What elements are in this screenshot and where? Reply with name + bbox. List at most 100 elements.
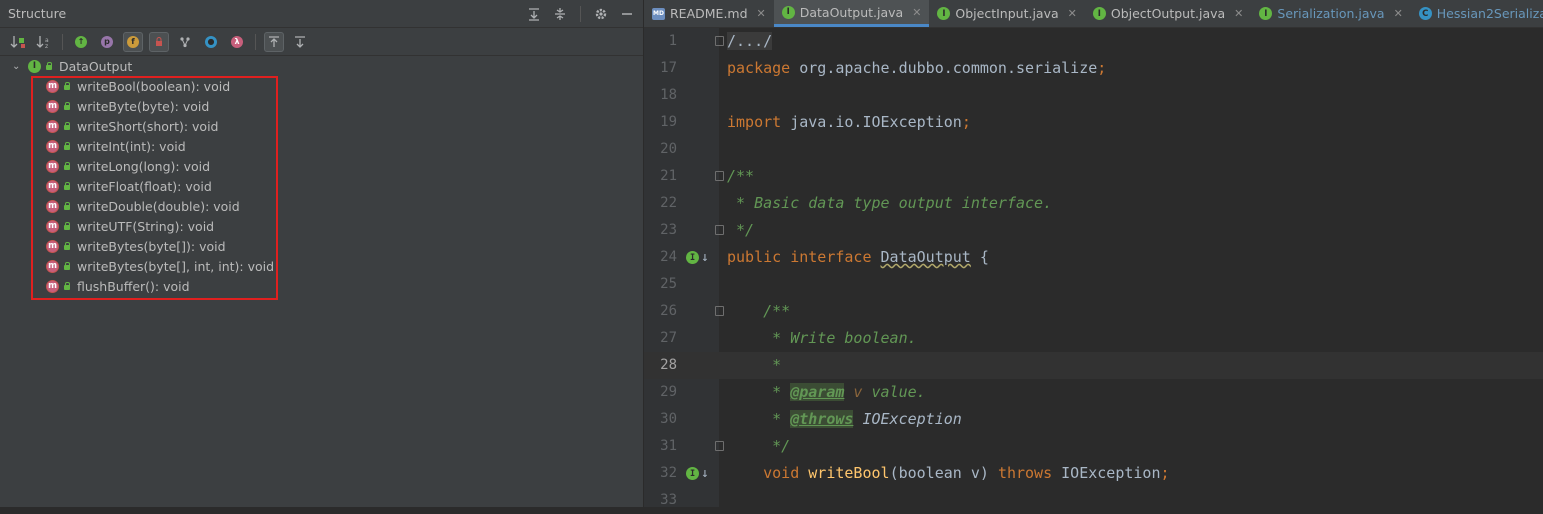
tab-serialization[interactable]: I Serialization.java ✕	[1251, 0, 1410, 27]
fold-marker-icon[interactable]	[715, 306, 724, 316]
code-line: 20	[644, 136, 1543, 163]
autoscroll-to-source-icon[interactable]	[264, 31, 284, 52]
method-item[interactable]: m writeInt(int): void	[46, 136, 186, 156]
header-separator	[580, 5, 581, 22]
method-item[interactable]: m writeLong(long): void	[46, 156, 210, 176]
lambda-icon[interactable]: λ	[227, 32, 247, 52]
code-comment: /**	[727, 167, 755, 185]
interface-icon: I	[28, 59, 41, 73]
code-line: 1 /.../	[644, 28, 1543, 55]
code-line: 23 */	[644, 217, 1543, 244]
line-number: 30	[660, 411, 677, 427]
code-line: 21 /**	[644, 163, 1543, 190]
method-item[interactable]: m writeShort(short): void	[46, 116, 219, 136]
code-method-name: writeBool	[808, 464, 890, 482]
method-item[interactable]: m writeByte(byte): void	[46, 96, 209, 116]
code-comment: *	[727, 383, 791, 401]
implemented-gutter-icon[interactable]: I ↓	[686, 250, 709, 265]
method-icon: m	[46, 139, 59, 153]
method-item[interactable]: m writeBool(boolean): void	[46, 76, 230, 96]
method-item[interactable]: m writeFloat(float): void	[46, 176, 212, 196]
public-lock-icon	[63, 102, 71, 110]
code-punct: ;	[961, 113, 971, 131]
tree-root-label: DataOutput	[59, 58, 133, 74]
collapse-all-icon[interactable]	[552, 6, 568, 22]
tree-root-node[interactable]: ⌄ I DataOutput	[0, 56, 643, 76]
method-label: writeUTF(String): void	[77, 218, 215, 234]
code-keyword: import	[727, 113, 782, 131]
show-fields-icon[interactable]: f	[123, 31, 143, 52]
code-line: 22 * Basic data type output interface.	[644, 190, 1543, 217]
code-punct: ;	[1160, 464, 1170, 482]
code-keyword: package	[727, 59, 791, 77]
method-item[interactable]: m writeDouble(double): void	[46, 196, 240, 216]
show-properties-icon[interactable]: p	[97, 32, 117, 52]
markdown-file-icon: MD	[652, 7, 665, 20]
line-number: 24	[660, 249, 677, 265]
close-icon[interactable]: ✕	[912, 6, 921, 19]
fold-marker-icon[interactable]	[715, 171, 724, 181]
minimize-icon[interactable]	[619, 6, 635, 22]
line-number: 26	[660, 303, 677, 319]
sort-alphabetically-icon[interactable]: az	[34, 32, 54, 52]
javadoc-type: IOException	[853, 410, 962, 428]
method-icon: m	[46, 199, 59, 213]
show-anonymous-icon[interactable]	[175, 32, 195, 52]
show-lambdas-icon[interactable]: ●	[201, 32, 221, 52]
tab-dataoutput[interactable]: I DataOutput.java ✕	[773, 0, 930, 27]
line-number: 29	[660, 384, 677, 400]
interface-icon: I	[937, 7, 951, 20]
public-lock-icon	[63, 222, 71, 230]
close-icon[interactable]: ✕	[757, 7, 766, 20]
show-inherited-icon[interactable]: ↑	[71, 32, 91, 52]
code-comment: *	[727, 356, 782, 374]
public-lock-icon	[63, 182, 71, 190]
method-label: writeDouble(double): void	[77, 198, 240, 214]
tab-hessian2serialization[interactable]: C Hessian2Serialization.java	[1411, 0, 1543, 27]
tab-readme[interactable]: MD README.md ✕	[644, 0, 774, 27]
tab-label: Serialization.java	[1277, 6, 1385, 21]
code-line: 25	[644, 271, 1543, 298]
show-non-public-icon[interactable]	[149, 31, 169, 52]
tab-objectinput[interactable]: I ObjectInput.java ✕	[929, 0, 1084, 27]
code-line: 18	[644, 82, 1543, 109]
close-icon[interactable]: ✕	[1234, 7, 1243, 20]
method-item[interactable]: m writeUTF(String): void	[46, 216, 214, 236]
expand-all-icon[interactable]	[526, 6, 542, 22]
close-icon[interactable]: ✕	[1394, 7, 1403, 20]
line-number: 18	[660, 87, 677, 103]
method-label: writeBytes(byte[], int, int): void	[77, 258, 275, 274]
code-line: 29 * @param v value.	[644, 379, 1543, 406]
code-line-current: 28 *	[644, 352, 1543, 379]
chevron-down-icon[interactable]: ⌄	[12, 61, 24, 72]
fold-marker-icon[interactable]	[715, 36, 724, 46]
method-icon: m	[46, 279, 59, 293]
public-lock-icon	[45, 62, 53, 70]
public-lock-icon	[63, 162, 71, 170]
sort-by-visibility-icon[interactable]	[8, 32, 28, 52]
autoscroll-from-source-icon[interactable]	[290, 32, 310, 52]
fold-marker-icon[interactable]	[715, 441, 724, 451]
method-label: writeShort(short): void	[77, 118, 219, 134]
gear-icon[interactable]	[593, 6, 609, 22]
tab-objectoutput[interactable]: I ObjectOutput.java ✕	[1085, 0, 1252, 27]
line-number: 23	[660, 222, 677, 238]
structure-header: Structure	[0, 0, 643, 28]
method-item[interactable]: m writeBytes(byte[]): void	[46, 236, 226, 256]
method-icon: m	[46, 239, 59, 253]
method-label: writeBytes(byte[]): void	[77, 238, 226, 254]
public-lock-icon	[63, 282, 71, 290]
method-item[interactable]: m flushBuffer(): void	[46, 276, 190, 296]
method-icon: m	[46, 99, 59, 113]
implemented-gutter-icon[interactable]: I ↓	[686, 466, 709, 481]
code-comment: * Basic data type output interface.	[727, 194, 1053, 212]
folded-region[interactable]: /.../	[727, 32, 773, 50]
fold-marker-icon[interactable]	[715, 225, 724, 235]
method-item[interactable]: m writeBytes(byte[], int, int): void	[46, 256, 274, 276]
line-number: 20	[660, 141, 677, 157]
close-icon[interactable]: ✕	[1068, 7, 1077, 20]
code-area[interactable]: 1 /.../ 17 package org.apache.dubbo.comm…	[644, 28, 1543, 508]
method-icon: m	[46, 119, 59, 133]
tab-label: DataOutput.java	[799, 4, 904, 20]
